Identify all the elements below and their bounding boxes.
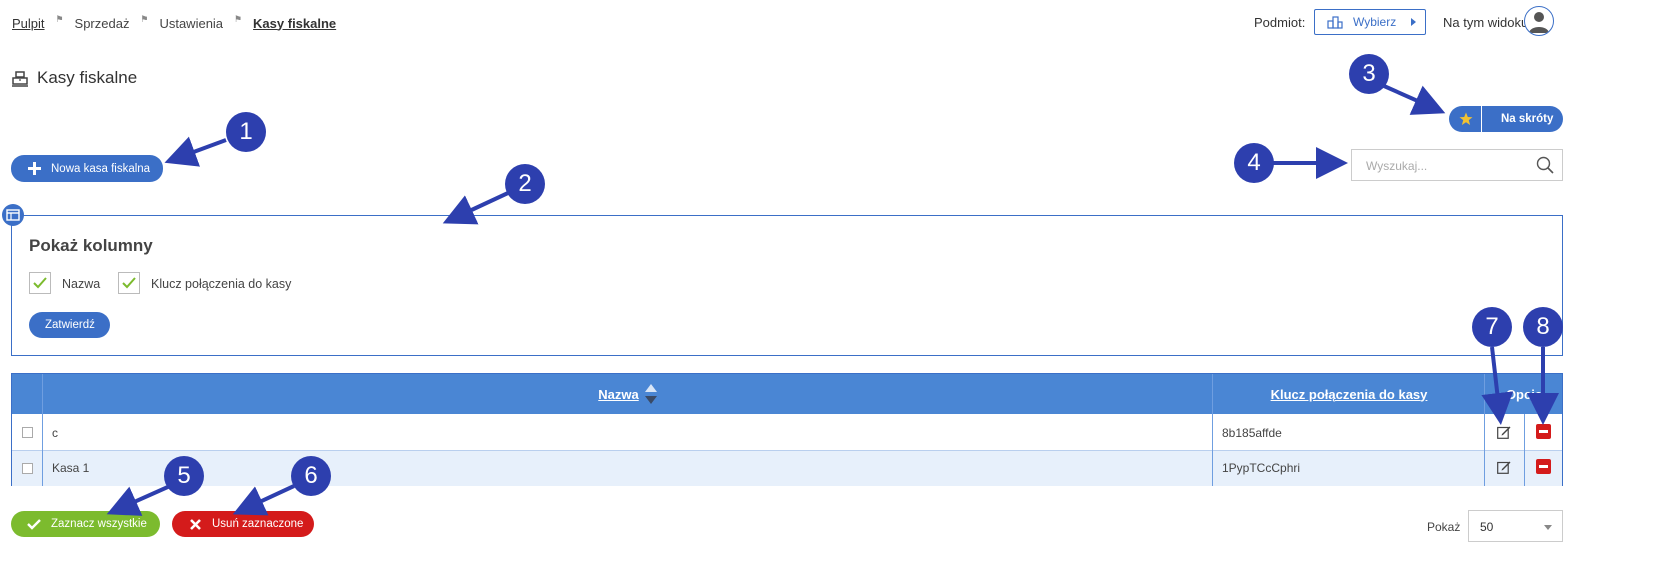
columns-panel-title: Pokaż kolumny: [29, 236, 153, 255]
column-divider: [1212, 374, 1213, 486]
new-cash-register-button[interactable]: Nowa kasa fiskalna: [11, 155, 163, 182]
column-name-checkbox[interactable]: [29, 272, 51, 294]
user-avatar[interactable]: [1524, 6, 1554, 36]
cell-key: 8b185affde: [1222, 426, 1282, 440]
check-icon: [27, 519, 41, 530]
cash-register-icon: [12, 71, 28, 87]
search-icon[interactable]: [1536, 156, 1554, 174]
edit-icon[interactable]: [1497, 425, 1511, 439]
column-header-name[interactable]: Nazwa: [43, 374, 1212, 414]
table-header: Nazwa Klucz połączenia do kasy Opcje: [12, 374, 1562, 414]
page-size-value: 50: [1480, 520, 1494, 534]
shortcuts-button[interactable]: Na skróty: [1449, 106, 1563, 132]
annotation-marker-2: 2: [505, 164, 545, 204]
check-icon: [122, 277, 136, 289]
column-header-name-label: Nazwa: [598, 386, 639, 402]
table-row: [12, 450, 1562, 486]
search-input[interactable]: [1364, 151, 1538, 181]
delete-icon[interactable]: [1536, 459, 1551, 474]
annotation-marker-7: 7: [1472, 307, 1512, 347]
sort-icon[interactable]: [644, 382, 657, 406]
column-header-key[interactable]: Klucz połączenia do kasy: [1213, 374, 1485, 414]
breadcrumb-separator-icon: ⚑: [140, 13, 149, 24]
shortcuts-label: Na skróty: [1501, 113, 1554, 125]
confirm-columns-button[interactable]: Zatwierdź: [29, 312, 110, 338]
delete-icon[interactable]: [1536, 424, 1551, 439]
breadcrumb-item-ustawienia: Ustawienia: [159, 15, 224, 31]
search-box: [1351, 149, 1563, 181]
column-name-label: Nazwa: [62, 277, 101, 291]
table-columns-icon: [6, 209, 20, 221]
column-divider: [1524, 414, 1525, 486]
table-row: [12, 414, 1562, 450]
page-size-label: Pokaż: [1427, 520, 1461, 534]
column-key-label: Klucz połączenia do kasy: [151, 277, 292, 291]
annotation-marker-8: 8: [1523, 307, 1563, 347]
plus-icon: [28, 162, 41, 175]
row-checkbox[interactable]: [22, 463, 33, 474]
breadcrumb-item-current[interactable]: Kasy fiskalne: [253, 16, 336, 31]
close-icon: [190, 519, 201, 530]
cell-name: c: [52, 426, 58, 440]
breadcrumb-separator-icon: ⚑: [234, 13, 243, 24]
view-label: Na tym widoku: [1443, 15, 1529, 30]
chevron-down-icon: [1544, 525, 1552, 530]
column-divider: [42, 374, 43, 486]
select-all-label: Zaznacz wszystkie: [51, 518, 147, 530]
cell-key: 1PypTCcCphri: [1222, 461, 1301, 475]
cell-name: Kasa 1: [52, 461, 90, 475]
confirm-columns-label: Zatwierdź: [45, 319, 95, 331]
annotation-marker-6: 6: [291, 456, 331, 496]
star-icon: [1459, 112, 1473, 125]
columns-toggle[interactable]: [2, 204, 24, 226]
check-icon: [33, 277, 47, 289]
new-cash-register-label: Nowa kasa fiskalna: [51, 162, 151, 175]
annotation-marker-1: 1: [226, 112, 266, 152]
page-title: Kasy fiskalne: [37, 68, 138, 87]
user-icon: [1529, 12, 1549, 33]
row-checkbox[interactable]: [22, 427, 33, 438]
edit-icon[interactable]: [1497, 460, 1511, 474]
row-divider: [12, 450, 1562, 451]
annotation-marker-4: 4: [1234, 143, 1274, 183]
breadcrumb-item-sprzedaz: Sprzedaż: [74, 15, 130, 31]
column-key-checkbox[interactable]: [118, 272, 140, 294]
page-size-select[interactable]: 50: [1468, 510, 1563, 542]
breadcrumb-separator-icon: ⚑: [55, 13, 64, 24]
delete-selected-label: Usuń zaznaczone: [212, 518, 304, 530]
favorite-toggle[interactable]: [1449, 106, 1482, 132]
select-all-button[interactable]: Zaznacz wszystkie: [11, 511, 160, 537]
entity-select-label: Wybierz: [1353, 15, 1397, 29]
annotation-marker-5: 5: [164, 456, 204, 496]
breadcrumb-item-pulpit[interactable]: Pulpit: [12, 16, 45, 31]
delete-selected-button[interactable]: Usuń zaznaczone: [172, 511, 314, 537]
annotation-marker-3: 3: [1349, 54, 1389, 94]
entity-label: Podmiot:: [1254, 15, 1306, 30]
buildings-icon: [1327, 16, 1343, 29]
entity-select-button[interactable]: Wybierz: [1314, 9, 1426, 35]
breadcrumb: Pulpit ⚑ Sprzedaż ⚑ Ustawienia ⚑ Kasy fi…: [12, 13, 336, 31]
caret-right-icon: [1411, 18, 1416, 26]
column-divider: [1484, 374, 1485, 486]
column-header-options: Opcje: [1505, 386, 1543, 402]
